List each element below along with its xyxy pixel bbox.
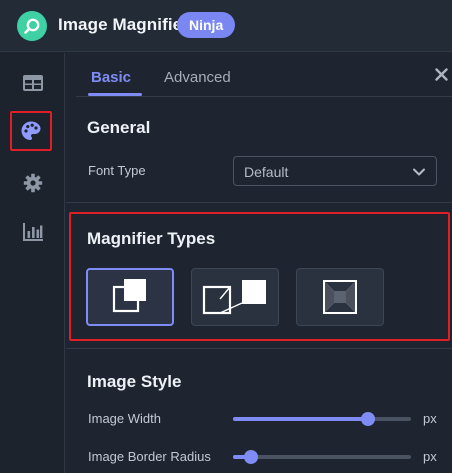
close-button[interactable] xyxy=(432,65,450,83)
font-type-value: Default xyxy=(244,164,289,180)
sidebar-item-style[interactable] xyxy=(10,111,52,151)
close-icon xyxy=(434,67,448,81)
sidebar-item-settings[interactable] xyxy=(0,162,65,204)
image-border-radius-unit: px xyxy=(423,449,437,464)
section-divider xyxy=(66,348,452,349)
app-header: Image Magnifier Ninja xyxy=(0,0,452,52)
sidebar-item-layout[interactable] xyxy=(0,62,65,104)
bar-chart-icon xyxy=(22,223,43,241)
sidebar-item-analytics[interactable] xyxy=(0,211,65,253)
app-title: Image Magnifier xyxy=(58,15,189,34)
chevron-down-icon xyxy=(413,168,425,176)
image-width-slider-handle[interactable] xyxy=(361,412,375,426)
magnifier-type-side-icon xyxy=(202,280,266,315)
magnifier-icon xyxy=(17,11,47,41)
image-width-unit: px xyxy=(423,411,437,426)
image-width-slider-fill xyxy=(233,417,368,421)
magnifier-type-overlap-icon xyxy=(112,279,146,313)
image-width-slider[interactable] xyxy=(233,412,411,426)
image-style-title: Image Style xyxy=(87,372,182,391)
image-border-radius-slider[interactable] xyxy=(233,450,411,464)
settings-panel: Basic Advanced General Font Type Default… xyxy=(66,53,452,473)
section-divider xyxy=(66,202,452,203)
image-border-radius-slider-handle[interactable] xyxy=(244,450,258,464)
gear-icon xyxy=(23,173,42,193)
general-title: General xyxy=(87,118,151,137)
tab-basic[interactable]: Basic xyxy=(91,69,131,86)
magnifier-type-side-button[interactable] xyxy=(191,268,279,326)
magnifier-type-overlap-button[interactable] xyxy=(86,268,174,326)
magnifier-types-section: Magnifier Types xyxy=(69,212,450,341)
sidebar xyxy=(0,53,65,473)
magnifier-types-title: Magnifier Types xyxy=(87,229,216,248)
tab-bar: Basic Advanced xyxy=(76,53,452,97)
magnifier-type-inner-button[interactable] xyxy=(296,268,384,326)
palette-icon xyxy=(21,121,41,140)
tab-advanced[interactable]: Advanced xyxy=(164,69,231,86)
font-type-label: Font Type xyxy=(88,163,146,178)
active-tab-indicator xyxy=(88,93,142,96)
magnifier-type-inner-icon xyxy=(323,280,357,314)
table-icon xyxy=(22,75,43,91)
image-width-label: Image Width xyxy=(88,411,161,426)
font-type-select[interactable]: Default xyxy=(233,156,437,186)
image-border-radius-label: Image Border Radius xyxy=(88,449,211,464)
plan-badge: Ninja xyxy=(177,12,236,38)
